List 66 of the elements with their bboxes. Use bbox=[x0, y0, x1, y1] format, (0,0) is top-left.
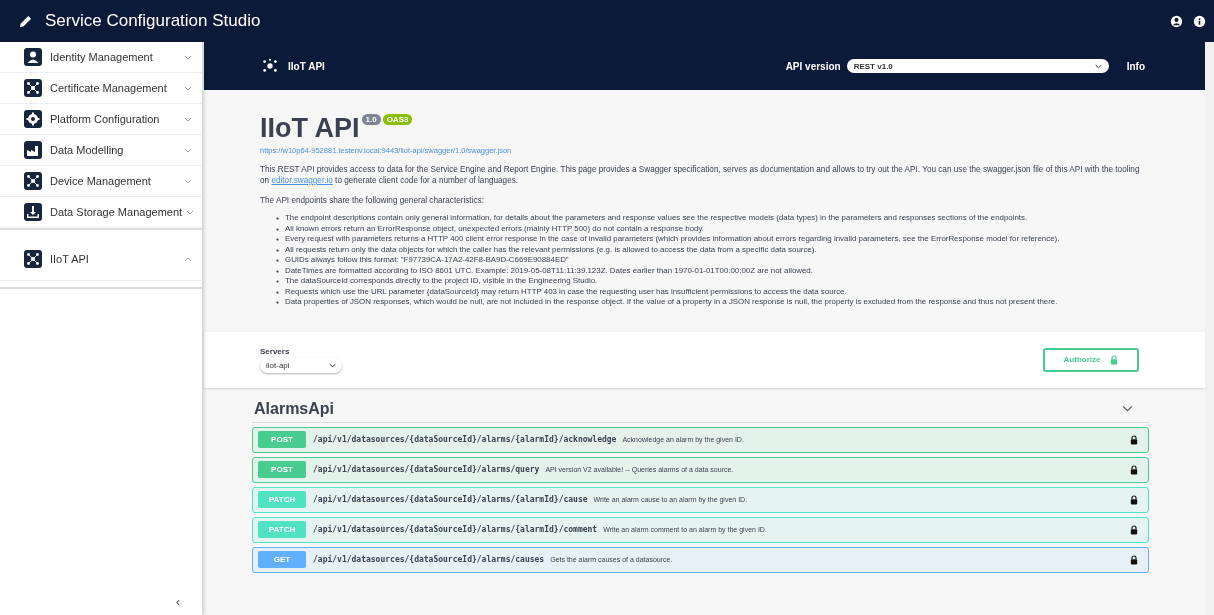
user-icon[interactable] bbox=[1170, 14, 1183, 28]
bullet-icon bbox=[276, 259, 279, 262]
chevron-icon bbox=[184, 147, 192, 153]
lock-icon[interactable] bbox=[1130, 554, 1138, 565]
sidebar-item[interactable]: Platform Configuration bbox=[0, 104, 202, 135]
chevron-icon bbox=[184, 85, 192, 91]
bullet-icon bbox=[276, 290, 279, 294]
operation-path: /api/v1/datasources/{dataSourceId}/alarms/{alarmId}/comment bbox=[313, 525, 598, 534]
method-label: POST bbox=[258, 431, 306, 448]
servers-label: Servers bbox=[260, 346, 291, 356]
network-icon bbox=[24, 172, 42, 190]
network-icon bbox=[24, 79, 42, 97]
chevron-icon bbox=[184, 256, 192, 262]
api-title: IIoT API bbox=[260, 112, 360, 144]
oas-badge: OAS3 bbox=[382, 114, 413, 125]
info-icon[interactable] bbox=[1193, 14, 1206, 28]
chevron-icon bbox=[329, 362, 336, 368]
sidebar-item[interactable]: Identity Management bbox=[0, 42, 202, 73]
bullet-icon bbox=[276, 269, 279, 273]
header-title: IIoT API bbox=[288, 60, 325, 72]
bullet-icon bbox=[276, 280, 279, 283]
method-label: PATCH bbox=[258, 491, 306, 508]
person-icon bbox=[24, 48, 42, 66]
bullet-icon bbox=[276, 217, 279, 220]
factory-icon bbox=[24, 141, 42, 159]
info-link[interactable]: Info bbox=[1126, 60, 1145, 72]
method-label: PATCH bbox=[258, 521, 306, 538]
app-title: Service Configuration Studio bbox=[45, 11, 261, 31]
api-version-label: API version bbox=[785, 60, 841, 72]
lock-icon[interactable] bbox=[1130, 494, 1138, 505]
sidebar-item[interactable]: Data Modelling bbox=[0, 135, 202, 166]
server-select[interactable]: iiot-api bbox=[260, 357, 342, 373]
sidebar-item[interactable]: IIoT API bbox=[0, 238, 202, 281]
sidebar-item[interactable]: Certificate Management bbox=[0, 73, 202, 104]
sidebar-item[interactable]: Data Storage Management bbox=[0, 197, 202, 228]
lock-icon[interactable] bbox=[1130, 434, 1138, 445]
network-icon bbox=[262, 58, 278, 74]
bullet-icon bbox=[276, 227, 279, 231]
chevron-icon bbox=[186, 209, 195, 215]
chevron-icon bbox=[184, 116, 192, 122]
bullet-icon bbox=[276, 238, 279, 241]
tag-header[interactable]: AlarmsApi bbox=[252, 395, 1149, 423]
chevron-icon bbox=[184, 54, 192, 60]
lock-icon[interactable] bbox=[1130, 464, 1138, 475]
version-badge: 1.0 bbox=[361, 114, 381, 125]
lock-icon[interactable] bbox=[1130, 524, 1138, 535]
chevron-icon bbox=[184, 178, 192, 184]
method-label: GET bbox=[258, 551, 306, 568]
bullet-icon bbox=[276, 248, 279, 252]
operation-path: /api/v1/datasources/{dataSourceId}/alarms/{alarmId}/acknowledge bbox=[313, 435, 617, 444]
download-icon bbox=[24, 203, 42, 221]
operation-path: /api/v1/datasources/{dataSourceId}/alarms/query bbox=[313, 465, 540, 474]
network-icon bbox=[24, 250, 42, 268]
intro-paragraph: This REST API provides access to data for the Service Engine and Report Engine. This page provides a Swagger specification, serves as documentation and allows to try out the API. You can use the swagger.json file of this API with the tooling on editor.swagger.io to generate client code for a number of languages. bbox=[260, 164, 1141, 186]
chevron-icon bbox=[1094, 63, 1102, 69]
chevron-icon bbox=[1122, 405, 1133, 412]
bullet-icon bbox=[276, 301, 279, 304]
characteristics-heading: The API endpoints share the following general characteristics: bbox=[260, 195, 485, 206]
operation-path: /api/v1/datasources/{dataSourceId}/alarms/causes bbox=[313, 555, 545, 564]
collapse-button[interactable]: ‹ bbox=[171, 594, 184, 609]
lock-icon bbox=[1110, 354, 1119, 365]
pencil-icon bbox=[18, 13, 33, 29]
method-label: POST bbox=[258, 461, 306, 478]
sidebar-item[interactable]: Device Management bbox=[0, 166, 202, 197]
api-version-select[interactable]: REST v1.0 bbox=[846, 59, 1109, 73]
operation-path: /api/v1/datasources/{dataSourceId}/alarms/{alarmId}/cause bbox=[313, 495, 588, 504]
